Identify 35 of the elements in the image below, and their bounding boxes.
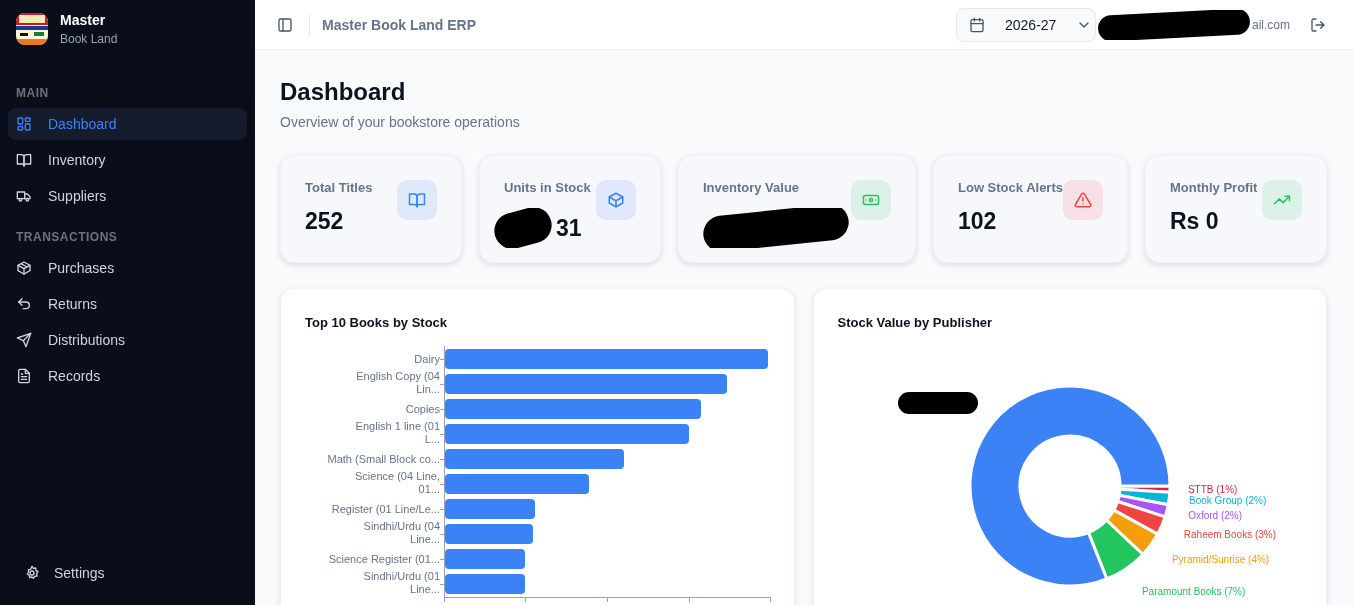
stat-label: Units in Stock bbox=[504, 180, 591, 195]
page-title: Dashboard bbox=[280, 78, 407, 106]
axis-label: Sindhi/Urdu (01 Line... bbox=[363, 570, 440, 595]
slice-label: Oxford (2%) bbox=[1187, 510, 1242, 522]
axis-label: English 1 line (01 L... bbox=[355, 420, 440, 445]
stat-label: Total Titles bbox=[305, 180, 373, 195]
app-title: Master Book Land ERP bbox=[322, 16, 477, 33]
section-heading: MAIN bbox=[15, 85, 50, 102]
slice-label: Book Group (2%) bbox=[1188, 495, 1266, 507]
chart-title: Top 10 Books by Stock bbox=[305, 315, 449, 330]
stat-label: Monthly Profit bbox=[1170, 180, 1258, 195]
brand-name: Master bbox=[60, 12, 107, 28]
stat-value: 31 bbox=[556, 214, 582, 242]
axis-label: Science Register (01... bbox=[328, 553, 440, 565]
slice-label: Pyramid/Sunrise (4%) bbox=[1171, 554, 1269, 566]
axis-label: English Copy (04 Lin... bbox=[356, 370, 440, 395]
section-heading: TRANSACTIONS bbox=[15, 229, 119, 246]
axis-label: Register (01 Line/Le... bbox=[331, 503, 440, 515]
stat-label: Low Stock Alerts bbox=[958, 180, 1063, 195]
stat-value: Rs 0 bbox=[1170, 208, 1219, 235]
page-subtitle: Overview of your bookstore operations bbox=[280, 114, 521, 130]
stat-value: 252 bbox=[305, 208, 344, 235]
slice-label: STTB (1%) bbox=[1187, 483, 1237, 495]
brand-subtitle: Book Land bbox=[60, 32, 118, 46]
stat-value: 102 bbox=[958, 208, 997, 235]
user-email: ail.com bbox=[1252, 17, 1290, 32]
slice-label: Paramount Books (7%) bbox=[1141, 585, 1245, 597]
chart-title: Stock Value by Publisher bbox=[837, 315, 994, 330]
axis-label: Copies bbox=[405, 403, 440, 415]
stat-label: Inventory Value bbox=[703, 180, 801, 195]
axis-label: Sindhi/Urdu (04 Line... bbox=[363, 520, 440, 545]
axis-label: Math (Small Block co... bbox=[327, 453, 440, 465]
slice-label: Raheem Books (3%) bbox=[1183, 529, 1276, 541]
axis-label: Science (04 Line, 01... bbox=[355, 470, 440, 495]
axis-label: Dairy bbox=[414, 353, 440, 365]
